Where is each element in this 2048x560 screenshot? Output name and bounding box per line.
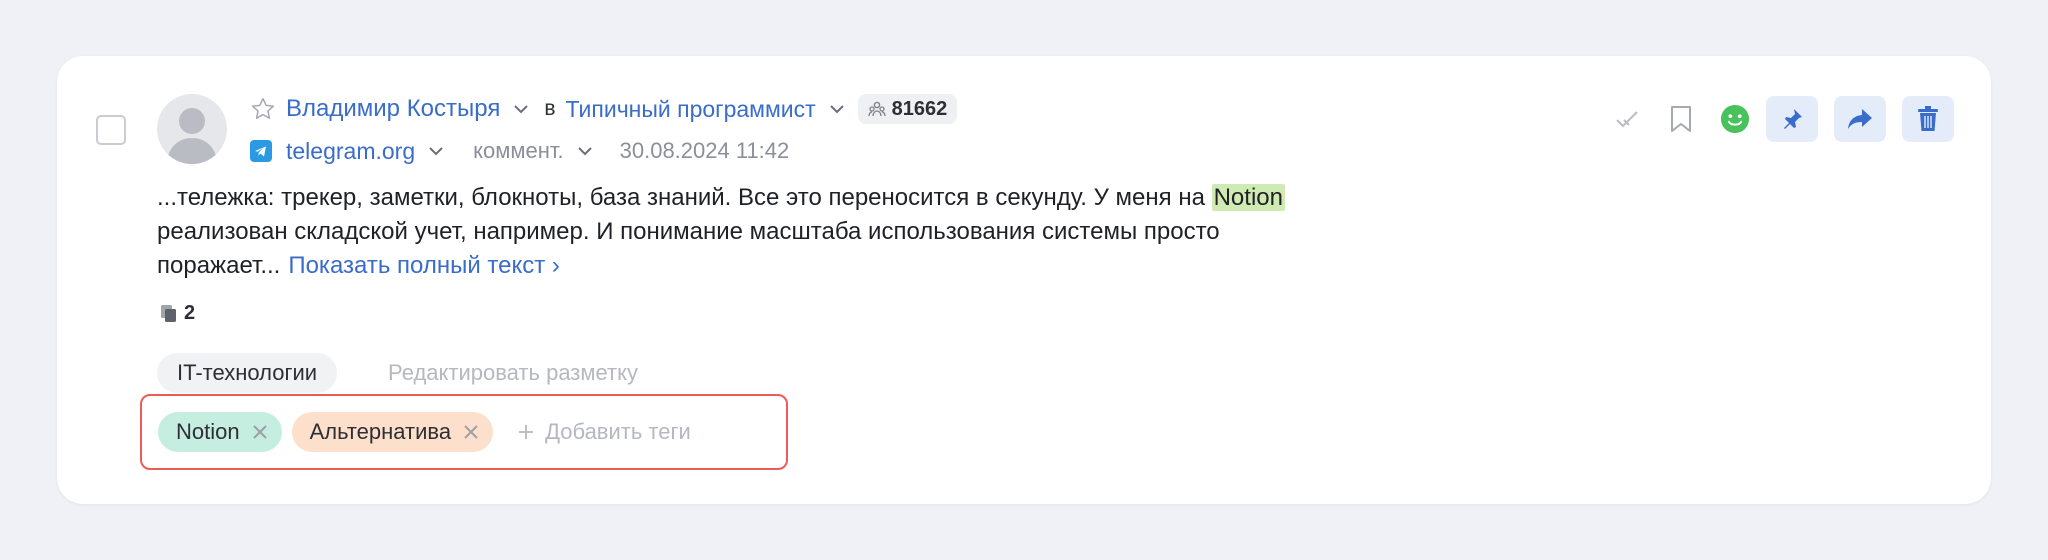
add-tags-label: Добавить теги <box>545 419 691 444</box>
telegram-icon <box>250 140 272 162</box>
pin-button[interactable] <box>1766 96 1818 142</box>
text-before: ...тележка: трекер, заметки, блокноты, б… <box>157 184 1212 211</box>
share-button[interactable] <box>1834 96 1886 142</box>
share-icon <box>1846 107 1874 131</box>
post-text: ...тележка: трекер, заметки, блокноты, б… <box>157 181 1407 283</box>
chevron-down-icon[interactable] <box>427 142 445 160</box>
avatar[interactable] <box>157 94 227 164</box>
show-full-link[interactable]: Показать полный текст › <box>288 252 560 279</box>
trash-icon <box>1917 106 1939 132</box>
channel-link[interactable]: Типичный программист <box>566 96 816 123</box>
chevron-down-icon[interactable] <box>576 142 594 160</box>
delete-button[interactable] <box>1902 96 1954 142</box>
tag-alternative[interactable]: Альтернатива <box>291 412 494 452</box>
close-icon[interactable] <box>250 422 270 442</box>
post-meta: telegram.org коммент. 30.08.2024 11:42 <box>250 134 789 168</box>
post-date[interactable]: 30.08.2024 11:42 <box>620 138 790 164</box>
close-icon[interactable] <box>461 422 481 442</box>
star-icon[interactable] <box>250 96 276 122</box>
tag-label: Notion <box>176 419 240 444</box>
category-pill[interactable]: IT-технологии <box>157 353 338 393</box>
tag-label: Альтернатива <box>309 419 452 444</box>
copies-counter[interactable]: 2 <box>160 302 195 325</box>
plus-icon <box>517 423 535 441</box>
copies-count: 2 <box>184 302 196 324</box>
subscribers-badge: 81662 <box>857 94 958 124</box>
people-icon <box>868 100 886 118</box>
subscribers-count: 81662 <box>891 97 948 120</box>
author-link[interactable]: Владимир Костыря <box>286 95 500 123</box>
add-tags-button[interactable]: Добавить теги <box>517 419 691 445</box>
post-actions <box>1588 96 1954 142</box>
chevron-down-icon[interactable] <box>512 100 530 118</box>
tag-notion[interactable]: Notion <box>158 412 282 452</box>
post-type[interactable]: коммент. <box>473 138 564 164</box>
chevron-down-icon[interactable] <box>828 100 846 118</box>
edit-markup-link[interactable]: Редактировать разметку <box>388 360 638 386</box>
copies-icon <box>160 304 178 324</box>
in-label: в <box>544 97 556 120</box>
select-checkbox[interactable] <box>96 115 126 145</box>
source-link[interactable]: telegram.org <box>286 138 415 165</box>
post-header: Владимир Костыря в Типичный программист … <box>250 92 958 126</box>
bookmark-icon[interactable] <box>1666 104 1696 134</box>
pin-icon <box>1779 106 1805 132</box>
smile-icon[interactable] <box>1720 104 1750 134</box>
highlight-keyword: Notion <box>1211 184 1285 211</box>
tags-box: Notion Альтернатива Добавить теги <box>140 394 788 470</box>
check-icon[interactable] <box>1612 104 1642 134</box>
